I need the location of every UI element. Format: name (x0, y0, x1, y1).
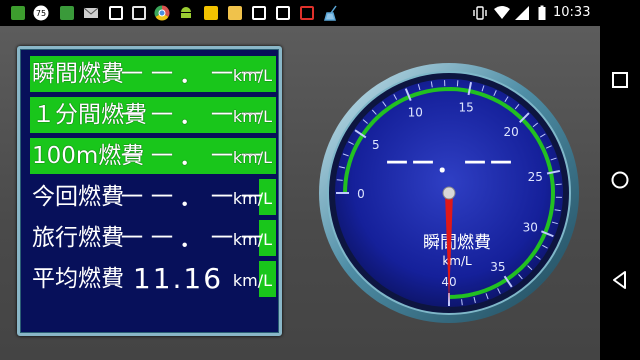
battery-icon (538, 5, 546, 20)
status-bar: 75 10:33 (0, 0, 640, 26)
fuel-economy-panel: 瞬間燃費 －－．－－ km/L １分間燃費 －－．－－ km/L 100m燃費 －－．－－ km… (17, 46, 282, 336)
gauge-tick (336, 179, 343, 181)
vibrate-icon (473, 6, 487, 20)
fuel-row-label: 平均燃費 (32, 266, 124, 292)
fuel-row-unit: km/L (232, 230, 272, 249)
home-button[interactable] (610, 170, 630, 190)
app-area: 瞬間燃費 －－．－－ km/L １分間燃費 －－．－－ km/L 100m燃費 －－．－－ km… (0, 26, 600, 360)
fuel-row-unit: km/L (232, 189, 272, 208)
chrome-icon (154, 5, 170, 21)
news-icon (300, 6, 314, 20)
recents-button[interactable] (610, 70, 630, 90)
notification-badge-count: 75 (36, 9, 46, 18)
fuel-row-unit: km/L (232, 107, 272, 126)
gauge-tick-label: 0 (357, 187, 365, 201)
gauge-tick-label: 25 (528, 170, 543, 184)
gauge-tick (461, 299, 463, 306)
app-car-icon (60, 6, 74, 20)
image-icon (252, 6, 266, 20)
fuel-row-unit: km/L (232, 148, 272, 167)
fuel-row-value: －－．－－ (118, 57, 269, 90)
fuel-row-label: 旅行燃費 (32, 225, 124, 251)
chart-app-icon (109, 6, 123, 20)
fuel-row: 今回燃費 －－．－－ km/L (30, 179, 276, 215)
fuel-row: 100m燃費 －－．－－ km/L (30, 138, 276, 174)
gauge-unit: km/L (442, 254, 472, 268)
fuel-gauge: 0510152025303540－－．－－瞬間燃費km/L (319, 63, 579, 323)
fuel-row-label: 今回燃費 (32, 184, 124, 210)
badge-75-icon: 75 (33, 5, 49, 21)
gauge-tick-label: 15 (459, 101, 474, 115)
m-app-icon (132, 6, 146, 20)
fuel-row-value: －－．－－ (118, 98, 269, 131)
fuel-row: 瞬間燃費 －－．－－ km/L (30, 56, 276, 92)
fuel-row-unit: km/L (232, 271, 272, 290)
fuel-row-value: －－．－－ (118, 180, 269, 213)
fuel-row-label: 瞬間燃費 (32, 61, 124, 87)
navigation-bar (600, 26, 640, 360)
fuel-row: 旅行燃費 －－．－－ km/L (30, 220, 276, 256)
gauge-hub (442, 186, 456, 200)
folder-icon (228, 6, 242, 20)
gauge-tick-label: 5 (372, 138, 380, 152)
emoji-icon (204, 6, 218, 20)
fuel-row-value: －－．－－ (118, 139, 269, 172)
fuel-row: １分間燃費 －－．－－ km/L (30, 97, 276, 133)
gauge-tick-label: 10 (408, 106, 423, 120)
clock: 10:33 (553, 5, 591, 20)
signal-icon (515, 6, 529, 20)
gauge-tick-label: 20 (504, 125, 519, 139)
m-app-icon (276, 6, 290, 20)
android-icon (181, 7, 191, 18)
gauge-tick-label: 35 (490, 260, 505, 274)
fuel-row-unit: km/L (232, 66, 272, 85)
gauge-title: 瞬間燃費 (423, 233, 491, 253)
fuel-row-value: 11.16 (132, 262, 224, 295)
fuel-row: 平均燃費 11.16 km/L (30, 261, 276, 297)
back-button[interactable] (610, 270, 630, 290)
broom-icon (324, 5, 337, 21)
mail-icon (83, 7, 99, 18)
gauge-tick-label: 30 (523, 221, 538, 235)
app-bus-icon (11, 6, 25, 20)
gauge-readout: －－．－－ (384, 149, 514, 179)
fuel-row-value: －－．－－ (118, 221, 269, 254)
wifi-icon (494, 6, 510, 19)
